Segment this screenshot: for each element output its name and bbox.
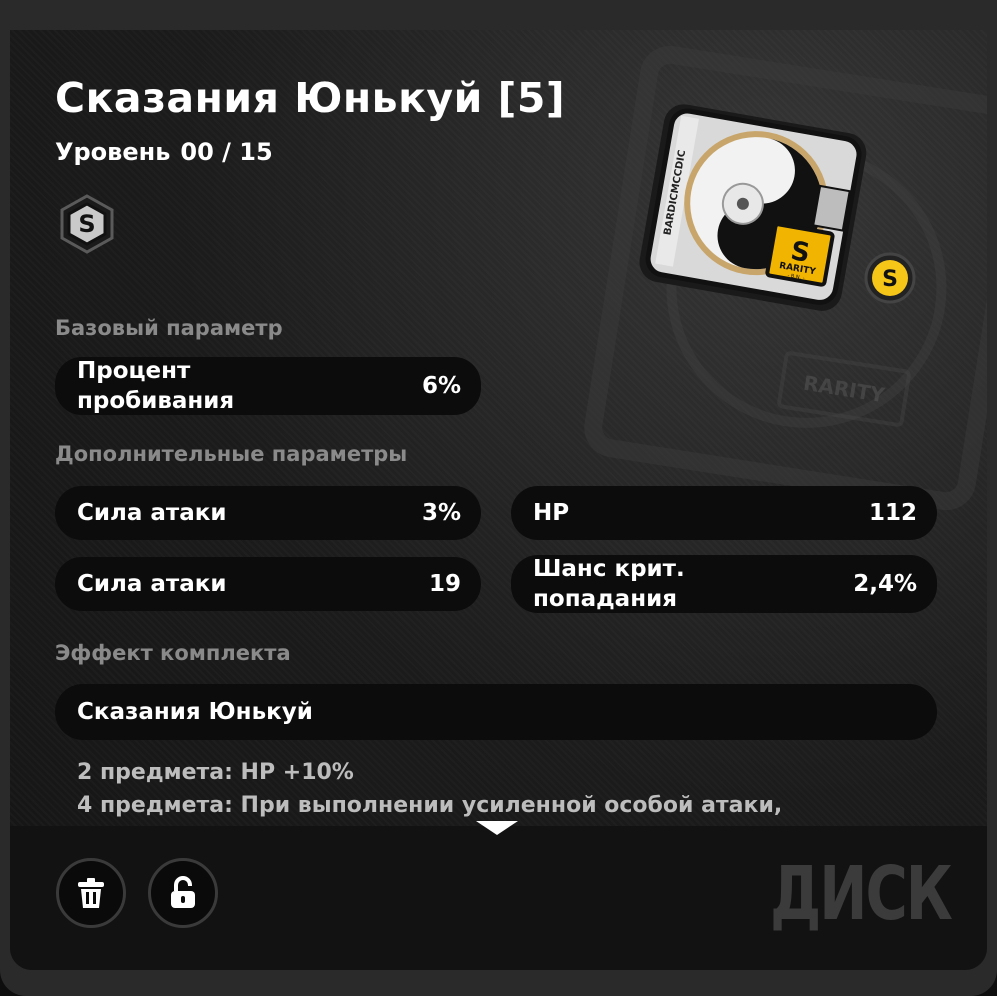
set-bonus-2: 2 предмета: HP +10% [77,760,354,785]
sub-stat-row: Сила атаки 19 [55,557,481,611]
base-stat-section-label: Базовый параметр [55,316,283,340]
sub-stat-name: Сила атаки [77,500,227,526]
disc-item-image: BARDICMCCDIC S RARITY - B.N. - [639,104,867,311]
set-bonus-4: 4 предмета: При выполнении усиленной осо… [77,793,783,818]
base-stat-name-line2: пробивания [77,388,235,414]
sub-stat-row: HP 112 [511,486,937,540]
sub-stat-name-line2: попадания [533,586,677,612]
base-stat-name-line1: Процент [77,358,191,384]
rank-s-gold-icon: S [864,252,916,304]
level-label: Уровень [55,138,171,166]
base-stat-value: 6% [421,373,461,399]
rank-s-badge-icon: S [60,194,114,254]
category-label: ДИСК [770,852,953,938]
base-stat-name: Процент пробивания [77,356,234,416]
sub-stat-value: 2,4% [853,571,917,597]
sub-stat-value: 112 [868,500,917,526]
sub-stat-name: HP [533,500,570,526]
sub-stat-name: Шанс крит. попадания [533,554,685,614]
lock-toggle-button[interactable] [148,858,218,928]
level-indicator: Уровень 00 / 15 [55,138,273,166]
rank-gold-letter: S [882,267,898,292]
set-effect-section-label: Эффект комплекта [55,641,291,665]
rank-letter: S [78,210,95,238]
sub-stat-value: 3% [421,500,461,526]
sub-stat-name-line1: Шанс крит. [533,556,685,582]
sub-stat-row: Шанс крит. попадания 2,4% [511,555,937,613]
trash-icon [78,878,104,908]
set-name: Сказания Юнькуй [77,699,313,725]
sub-stats-section-label: Дополнительные параметры [55,442,408,466]
sub-stat-value: 19 [428,571,461,597]
delete-button[interactable] [56,858,126,928]
sub-stat-name: Сила атаки [77,571,227,597]
set-name-bar: Сказания Юнькуй [55,684,937,740]
expand-chevron-icon[interactable] [474,819,520,837]
sub-stat-row: Сила атаки 3% [55,486,481,540]
base-stat-row: Процент пробивания 6% [55,357,481,415]
level-value: 00 / 15 [180,138,273,166]
disc-title: Сказания Юнькуй [5] [55,74,566,122]
unlock-icon [171,876,195,908]
